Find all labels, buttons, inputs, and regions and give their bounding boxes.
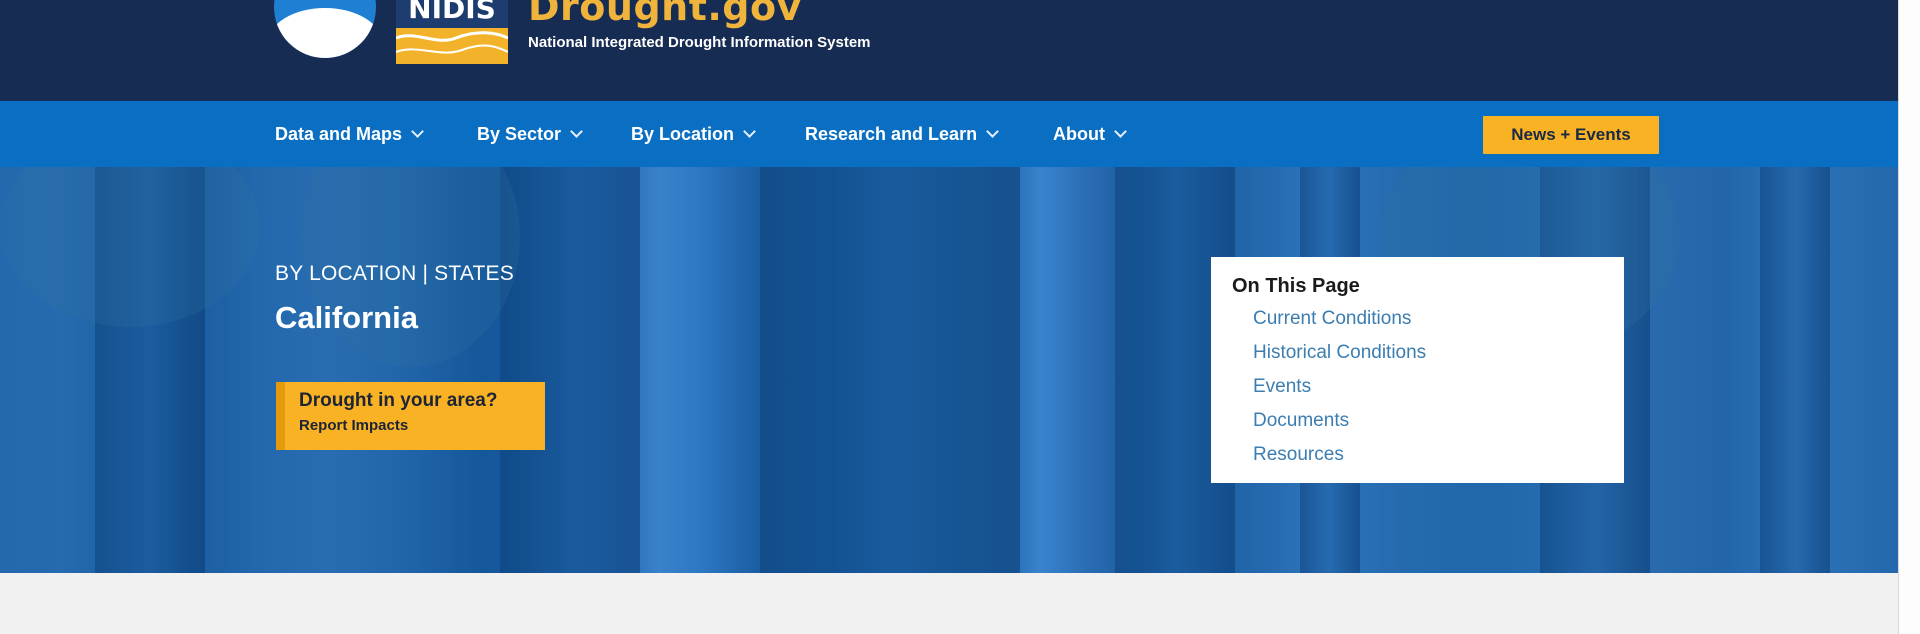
otp-link-current-conditions[interactable]: Current Conditions	[1253, 302, 1624, 336]
otp-link-historical-conditions[interactable]: Historical Conditions	[1253, 336, 1624, 370]
site-title[interactable]: Drought.gov	[528, 0, 802, 26]
on-this-page-panel: On This Page Current Conditions Historic…	[1211, 257, 1624, 483]
nav-item-label: Research and Learn	[805, 124, 978, 144]
report-impacts-heading: Drought in your area?	[299, 390, 498, 411]
chevron-down-icon	[743, 125, 756, 138]
page-title: California	[275, 300, 418, 335]
vertical-scrollbar[interactable]	[1898, 0, 1920, 634]
nav-item-about[interactable]: About	[1053, 101, 1127, 167]
noaa-wave-icon	[274, 8, 376, 58]
nav-item-label: Data and Maps	[275, 124, 403, 144]
nidis-logo-text: NIDIS	[396, 0, 508, 28]
chevron-down-icon	[1114, 125, 1127, 138]
site-subtitle: National Integrated Drought Information …	[528, 34, 871, 51]
nav-item-label: By Location	[631, 124, 735, 144]
otp-link-events[interactable]: Events	[1253, 370, 1624, 404]
nav-item-data-and-maps[interactable]: Data and Maps	[275, 101, 424, 167]
nidis-logo-graphic	[395, 28, 509, 64]
nidis-logo[interactable]: NIDIS	[395, 0, 509, 64]
site-header: NIDIS Drought.gov National Integrated Dr…	[0, 0, 1898, 101]
nav-item-label: About	[1053, 124, 1105, 144]
page: NIDIS Drought.gov National Integrated Dr…	[0, 0, 1898, 634]
on-this-page-title: On This Page	[1232, 275, 1360, 297]
nav-item-research-and-learn[interactable]: Research and Learn	[805, 101, 999, 167]
nav-item-by-sector[interactable]: By Sector	[477, 101, 583, 167]
report-impacts-link[interactable]: Report Impacts	[299, 417, 545, 434]
nav-item-label: By Sector	[477, 124, 562, 144]
breadcrumb: BY LOCATION | STATES	[275, 262, 514, 285]
report-impacts-button[interactable]: Drought in your area? Report Impacts	[276, 382, 545, 450]
chevron-down-icon	[411, 125, 424, 138]
noaa-logo[interactable]	[274, 0, 376, 58]
news-events-button[interactable]: News + Events	[1483, 116, 1659, 154]
chevron-down-icon	[986, 125, 999, 138]
chevron-down-icon	[570, 125, 583, 138]
otp-link-resources[interactable]: Resources	[1253, 438, 1624, 472]
otp-link-documents[interactable]: Documents	[1253, 404, 1624, 438]
nav-item-by-location[interactable]: By Location	[631, 101, 756, 167]
